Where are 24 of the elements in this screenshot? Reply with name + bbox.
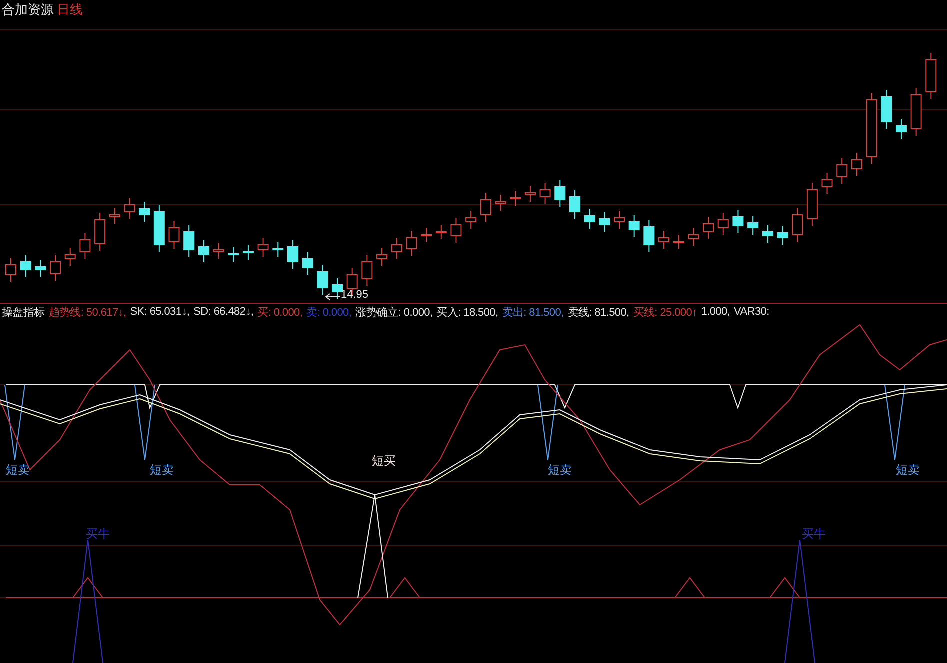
indicator-value: 卖: 0.000,: [306, 306, 352, 320]
indicator-value: SD: 66.482↓,: [194, 306, 254, 318]
indicator-value: 买: 0.000,: [258, 306, 303, 320]
price-label: 14.95: [341, 289, 369, 301]
indicator-value: 卖线: 81.500,: [568, 306, 630, 320]
signal-label: 短卖: [150, 462, 174, 479]
signal-label: 短卖: [896, 462, 920, 479]
indicator-name: 操盘指标: [2, 306, 45, 320]
signal-label: 买牛: [802, 526, 826, 543]
signal-label: 短卖: [6, 462, 30, 479]
period-label: 日线: [57, 1, 83, 19]
indicator-value: 卖出: 81.500,: [502, 306, 564, 320]
indicator-value: 买入: 18.500,: [436, 306, 498, 320]
arrow-icon: [325, 294, 340, 300]
indicator-value: SK: 65.031↓,: [130, 306, 190, 318]
signal-label: 买牛: [86, 526, 110, 543]
indicator-value: 涨势确立: 0.000,: [356, 306, 433, 320]
signal-label: 短卖: [548, 462, 572, 479]
indicator-value: VAR30:: [734, 306, 770, 318]
indicator-value: 趋势线: 50.617↓,: [48, 306, 126, 320]
signal-label: 短买: [372, 453, 396, 470]
indicator-value: 1.000,: [701, 306, 730, 318]
stock-name: 合加资源: [2, 1, 54, 19]
indicator-value: 买线: 25.000↑: [633, 306, 698, 320]
